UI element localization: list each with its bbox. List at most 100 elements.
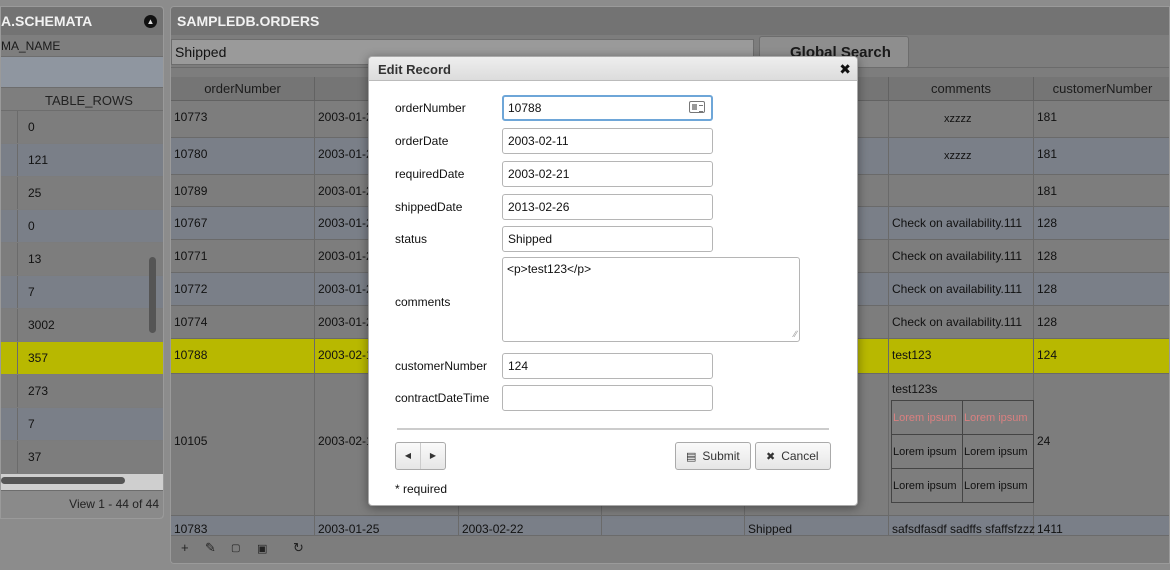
ordernumber-value: 10773	[174, 110, 208, 124]
ordernumber-value: 10780	[174, 147, 208, 161]
plus-icon[interactable]: +	[181, 540, 189, 555]
schemata-row[interactable]: 0	[1, 111, 163, 144]
shippeddate-label: shippedDate	[395, 200, 463, 214]
cell-comments: Check on availability.111	[889, 207, 1034, 239]
column-header-ordernumber[interactable]: orderNumber	[171, 77, 315, 101]
table-rows-cell: 273	[28, 384, 49, 398]
schema-name-cell	[1, 144, 18, 176]
cancel-label: Cancel	[781, 449, 819, 463]
nested-lorem-table: Lorem ipsum Lorem ipsum Lorem ipsum Lorem i…	[891, 400, 1034, 503]
customernumber-value: 1411	[1037, 522, 1063, 536]
table-rows-cell: 37	[28, 450, 42, 464]
cell-customernumber: 181	[1034, 138, 1169, 174]
document-icon[interactable]: ▢	[231, 543, 240, 554]
cell-ordernumber: 10772	[171, 273, 315, 305]
cell-ordernumber: 10767	[171, 207, 315, 239]
contractdatetime-field[interactable]	[502, 385, 713, 411]
grid-toolbar: + ✎ ▢ ▣ ↻	[171, 535, 1169, 563]
dialog-title: Edit Record	[378, 62, 451, 77]
edit-icon[interactable]: ✎	[205, 540, 216, 556]
previous-record-button[interactable]: ◀	[396, 443, 420, 469]
status-label: status	[395, 232, 428, 246]
nested-cell: Lorem ipsum	[962, 434, 1034, 469]
customernumber-field[interactable]: 124	[502, 353, 713, 379]
status-field[interactable]: Shipped	[502, 226, 713, 252]
refresh-icon[interactable]: ↻	[293, 540, 304, 556]
ordernumber-value: 10767	[174, 216, 208, 230]
id-card-icon	[689, 101, 705, 113]
schemata-row[interactable]: 273	[1, 375, 163, 408]
table-row[interactable]: 10783 2003-01-25 2003-02-22 Shipped safsdfas…	[171, 516, 1169, 537]
customernumber-value: 181	[1037, 147, 1058, 161]
table-rows-label: TABLE_ROWS	[45, 93, 133, 108]
orderdate-label: orderDate	[395, 134, 449, 148]
comments-textarea[interactable]: <p>test123</p> ∕∕	[502, 257, 800, 342]
ordernumber-field[interactable]: 10788	[502, 95, 713, 121]
schemata-row[interactable]: 0	[1, 210, 163, 243]
schemata-row[interactable]: 7	[1, 276, 163, 309]
customernumber-value: 128	[1037, 315, 1058, 329]
nested-cell: Lorem ipsum	[962, 400, 1034, 435]
orderdate-value: 2003-01-2	[318, 216, 373, 230]
cell-customernumber: 1411	[1034, 516, 1169, 537]
orders-grid-title: SAMPLEDB.ORDERS	[177, 13, 320, 29]
schemata-pager: View 1 - 44 of 44	[1, 490, 163, 518]
customernumber-value: 181	[1037, 184, 1058, 198]
contractdatetime-label: contractDateTime	[395, 391, 490, 405]
horizontal-scrollbar[interactable]	[1, 477, 125, 484]
close-icon[interactable]: ✖	[839, 61, 851, 78]
cell-ordernumber: 10789	[171, 175, 315, 206]
comments-value: test123s	[892, 382, 938, 396]
schemata-panel-title: A.SCHEMATA	[1, 13, 93, 29]
table-rows-cell: 3002	[28, 318, 55, 332]
nested-cell: Lorem ipsum	[962, 468, 1034, 503]
nested-cell: Lorem ipsum	[891, 468, 963, 503]
ordernumber-value: 10789	[174, 184, 208, 198]
orderdate-value: 2003-02-1	[318, 434, 373, 448]
column-header-comments[interactable]: comments	[889, 77, 1034, 101]
schema-name-cell	[1, 342, 18, 374]
schema-name-column-header[interactable]: MA_NAME	[1, 35, 163, 57]
schemata-row[interactable]: 357	[1, 342, 163, 375]
schemata-row[interactable]: 37	[1, 441, 163, 474]
column-header-customernumber[interactable]: customerNumber	[1034, 77, 1169, 101]
customernumber-label: customerNumber	[395, 359, 488, 373]
comments-value: xzzzz	[944, 113, 972, 125]
orderdate-field[interactable]: 2003-02-11	[502, 128, 713, 154]
next-record-button[interactable]: ▶	[420, 443, 445, 469]
shippeddate-field[interactable]: 2013-02-26	[502, 194, 713, 220]
resize-grip-icon[interactable]: ∕∕	[794, 329, 797, 339]
requireddate-field[interactable]: 2003-02-21	[502, 161, 713, 187]
cell-status: Shipped	[745, 516, 889, 537]
cell-comments: Check on availability.111	[889, 273, 1034, 305]
comments-value: test123	[892, 348, 932, 362]
status-value: Shipped	[748, 522, 793, 536]
customernumber-value: 181	[1037, 110, 1058, 124]
cell-customernumber: 181	[1034, 175, 1169, 206]
schemata-row[interactable]: 7	[1, 408, 163, 441]
submit-button[interactable]: ▤ Submit	[675, 442, 751, 470]
cell-ordernumber: 10780	[171, 138, 315, 174]
schema-filter-row[interactable]	[1, 57, 163, 87]
dialog-titlebar[interactable]: Edit Record ✖	[369, 57, 857, 81]
schemata-row[interactable]: 13	[1, 243, 163, 276]
schemata-row[interactable]: 121	[1, 144, 163, 177]
cell-comments: test123	[889, 339, 1034, 373]
cell-customernumber: 24	[1034, 374, 1169, 515]
vertical-scrollbar[interactable]	[149, 257, 156, 333]
table-rows-cell: 25	[28, 186, 42, 200]
cell-comments: xzzzz	[889, 138, 1034, 174]
cell-customernumber: 128	[1034, 207, 1169, 239]
cell-comments: Check on availability.111	[889, 306, 1034, 338]
submit-label: Submit	[702, 449, 740, 463]
cell-ordernumber: 10771	[171, 240, 315, 272]
table-rows-column-header[interactable]: TABLE_ROWS	[1, 87, 163, 111]
trash-icon[interactable]: ▣	[257, 542, 267, 555]
collapse-icon[interactable]: ▲	[144, 15, 157, 28]
schemata-row[interactable]: 3002	[1, 309, 163, 342]
nested-cell: Lorem ipsum	[891, 400, 963, 435]
pager-info: View 1 - 44 of 44	[69, 497, 159, 511]
schemata-row[interactable]: 25	[1, 177, 163, 210]
cell-shippeddate	[602, 516, 745, 537]
cancel-button[interactable]: ✖ Cancel	[755, 442, 831, 470]
